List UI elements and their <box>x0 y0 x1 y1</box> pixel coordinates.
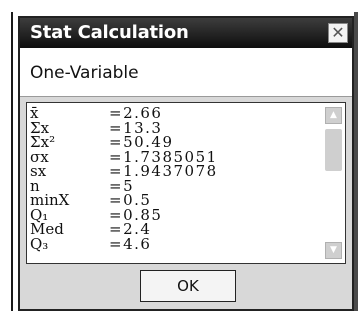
stat-value: =0.5 <box>109 191 152 209</box>
stat-value: =50.49 <box>109 133 174 151</box>
divider <box>20 96 352 97</box>
results-list[interactable]: x̄ =2.66 Σx =13.3 Σx² =50.49 σx =1.73850… <box>26 102 346 264</box>
stat-value: =2.66 <box>109 104 163 122</box>
calculation-type-label: One-Variable <box>30 63 139 83</box>
stat-calculation-dialog: Stat Calculation ✕ One-Variable x̄ =2.66… <box>18 16 354 311</box>
dialog-titlebar: Stat Calculation ✕ <box>20 18 352 48</box>
stat-value: =4.6 <box>109 234 152 253</box>
stat-label: sx <box>30 162 47 180</box>
close-icon: ✕ <box>331 23 345 42</box>
background-border-right <box>354 12 358 311</box>
stat-label: Σx² <box>30 133 56 151</box>
dialog-title: Stat Calculation <box>30 22 189 43</box>
scroll-up-button[interactable]: ▲ <box>325 107 342 124</box>
scroll-thumb[interactable] <box>325 129 342 171</box>
triangle-up-icon: ▲ <box>330 110 337 120</box>
triangle-down-icon: ▼ <box>330 245 337 255</box>
subtitle-bar: One-Variable <box>20 48 352 96</box>
stat-label: minX <box>30 191 70 209</box>
stat-label: Q₃ <box>30 234 49 253</box>
ok-button[interactable]: OK <box>140 270 236 302</box>
background-left <box>0 0 16 311</box>
close-button[interactable]: ✕ <box>328 23 348 43</box>
stat-label: Med <box>30 220 64 238</box>
background-border-left <box>11 12 13 311</box>
stat-value: =2.4 <box>109 220 152 238</box>
stat-value: =1.9437078 <box>109 162 218 180</box>
vertical-scrollbar[interactable]: ▲ ▼ <box>325 107 342 259</box>
scroll-down-button[interactable]: ▼ <box>325 242 342 259</box>
stat-label: x̄ <box>30 104 39 122</box>
